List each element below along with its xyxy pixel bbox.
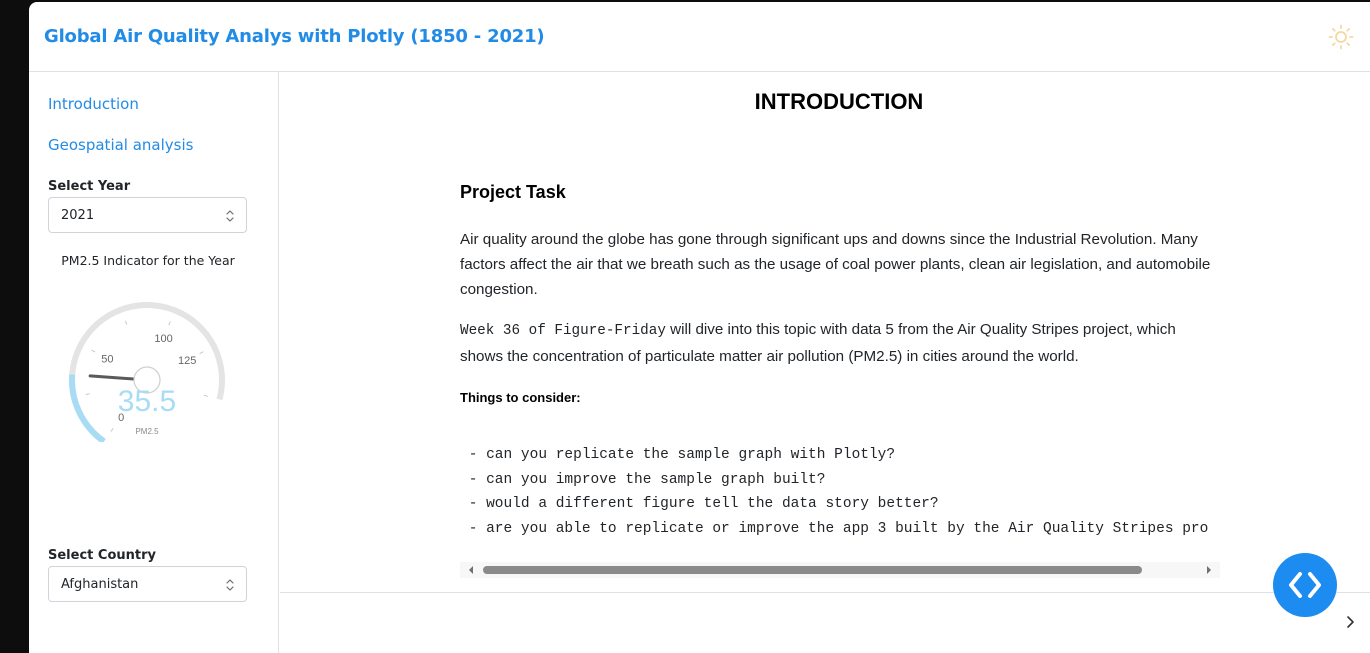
code-brackets-icon[interactable] bbox=[1273, 553, 1337, 617]
chevron-up-down-icon bbox=[226, 210, 234, 222]
code-line: - can you replicate the sample graph wit… bbox=[460, 447, 896, 463]
year-select-value: 2021 bbox=[61, 208, 95, 223]
app-title: Global Air Quality Analys with Plotly (1… bbox=[44, 26, 545, 47]
nav-link-geospatial-analysis[interactable]: Geospatial analysis bbox=[48, 136, 193, 154]
inline-code: Week 36 of Figure-Friday bbox=[460, 323, 666, 339]
year-select[interactable]: 2021 bbox=[48, 197, 247, 233]
scrollbar-thumb[interactable] bbox=[483, 566, 1142, 574]
sidebar: Introduction Geospatial analysis Select … bbox=[29, 72, 279, 653]
gauge-major-tick bbox=[124, 320, 128, 325]
horizontal-scrollbar[interactable] bbox=[460, 562, 1220, 578]
gauge-value: 35.5 bbox=[118, 385, 176, 418]
gauge-major-tick bbox=[203, 394, 208, 397]
page-heading: INTRODUCTION bbox=[754, 89, 924, 114]
main-content: INTRODUCTION Project Task Air quality ar… bbox=[280, 73, 1370, 593]
code-line: - can you improve the sample graph built… bbox=[460, 471, 826, 488]
gauge-unit: PM2.5 bbox=[135, 427, 159, 436]
select-year-label: Select Year bbox=[48, 179, 131, 194]
gauge-fill bbox=[69, 374, 106, 442]
country-select-value: Afghanistan bbox=[61, 577, 139, 592]
code-line: - are you able to replicate or improve t… bbox=[460, 520, 1209, 537]
code-block[interactable]: - can you replicate the sample graph wit… bbox=[460, 447, 1220, 567]
gauge-major-tick bbox=[168, 321, 171, 326]
gauge-major-tick bbox=[85, 393, 90, 396]
things-to-consider-label: Things to consider: bbox=[460, 390, 581, 405]
gauge-title: PM2.5 Indicator for the Year bbox=[61, 253, 235, 268]
code-line: - would a different figure tell the data… bbox=[460, 496, 939, 512]
intro-paragraph: Air quality around the globe has gone th… bbox=[460, 231, 1211, 298]
gauge-tick-label: 125 bbox=[178, 355, 196, 367]
app-window: Global Air Quality Analys with Plotly (1… bbox=[29, 2, 1370, 653]
section-title: Project Task bbox=[460, 182, 566, 202]
sun-icon[interactable] bbox=[1328, 24, 1354, 50]
chevron-up-down-icon bbox=[226, 579, 234, 591]
footer bbox=[280, 592, 1370, 653]
gauge-major-tick bbox=[199, 351, 204, 354]
figure-friday-paragraph: Week 36 of Figure-Friday will dive into … bbox=[460, 317, 1220, 369]
app-header: Global Air Quality Analys with Plotly (1… bbox=[29, 2, 1370, 72]
select-country-label: Select Country bbox=[48, 548, 156, 563]
gauge-tick-label: 100 bbox=[154, 333, 172, 345]
scroll-right-arrow-icon[interactable] bbox=[1204, 565, 1214, 575]
nav-link-introduction[interactable]: Introduction bbox=[48, 95, 139, 113]
country-select[interactable]: Afghanistan bbox=[48, 566, 247, 602]
gauge-major-tick bbox=[110, 428, 114, 432]
pm25-gauge: 0 50 100 125 35.5 PM2.5 bbox=[69, 302, 225, 442]
chevron-right-icon[interactable] bbox=[1344, 613, 1358, 631]
gauge-tick-label: 50 bbox=[101, 354, 113, 366]
gauge-major-tick bbox=[91, 349, 96, 353]
scroll-left-arrow-icon[interactable] bbox=[466, 565, 476, 575]
